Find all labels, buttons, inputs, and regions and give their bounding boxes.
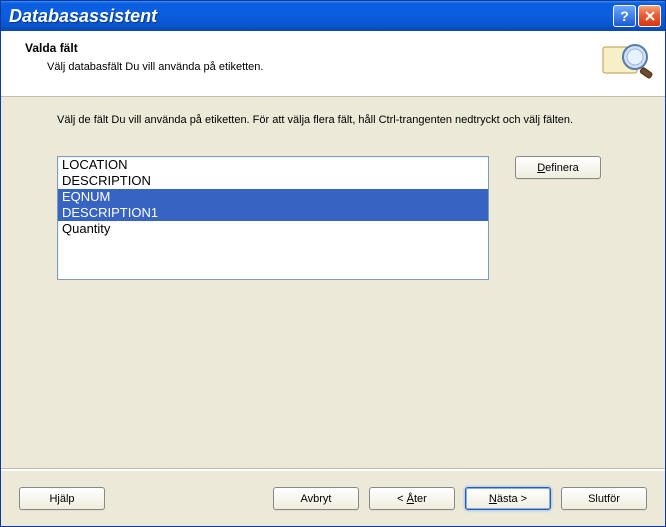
- field-select-area: LOCATIONDESCRIPTIONEQNUMDESCRIPTION1Quan…: [57, 156, 627, 280]
- close-icon[interactable]: [638, 5, 661, 27]
- help-button[interactable]: Hjälp: [19, 487, 105, 510]
- field-item[interactable]: LOCATION: [58, 157, 488, 173]
- back-button[interactable]: < Åter: [369, 487, 455, 510]
- wizard-body: Välj de fält Du vill använda på etikette…: [1, 97, 665, 468]
- finish-button[interactable]: Slutför: [561, 487, 647, 510]
- field-item[interactable]: EQNUM: [58, 189, 488, 205]
- field-item[interactable]: DESCRIPTION1: [58, 205, 488, 221]
- instruction-text: Välj de fält Du vill använda på etikette…: [57, 113, 617, 128]
- titlebar-buttons: ?: [613, 5, 661, 27]
- page-subtitle: Välj databasfält Du vill använda på etik…: [25, 61, 651, 73]
- magnifier-icon: [599, 37, 655, 89]
- help-icon[interactable]: ?: [613, 5, 636, 27]
- cancel-button[interactable]: Avbryt: [273, 487, 359, 510]
- dialog-window: Databasassistent ? Valda fält Välj datab…: [0, 0, 666, 527]
- fields-listbox[interactable]: LOCATIONDESCRIPTIONEQNUMDESCRIPTION1Quan…: [57, 156, 489, 280]
- page-title: Valda fält: [25, 41, 651, 55]
- window-title: Databasassistent: [9, 6, 613, 27]
- next-button[interactable]: Nästa >: [465, 487, 551, 510]
- titlebar: Databasassistent ?: [1, 1, 665, 31]
- wizard-footer: Hjälp Avbryt < Åter Nästa > Slutför: [1, 470, 665, 526]
- field-item[interactable]: Quantity: [58, 221, 488, 237]
- wizard-header: Valda fält Välj databasfält Du vill anvä…: [1, 31, 665, 97]
- field-item[interactable]: DESCRIPTION: [58, 173, 488, 189]
- define-button[interactable]: Definera: [515, 156, 601, 179]
